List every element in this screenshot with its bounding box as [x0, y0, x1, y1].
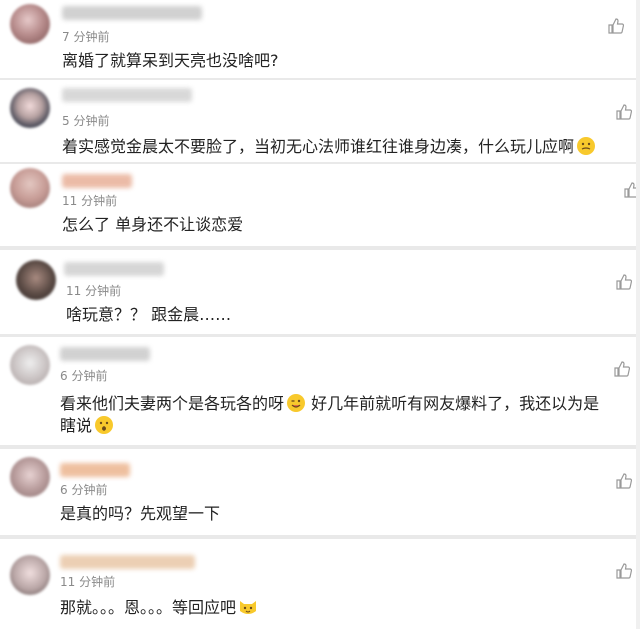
- username[interactable]: [60, 463, 130, 477]
- comment-card: 11 分钟前 那就。。。恩。。。等回应吧: [0, 539, 640, 629]
- thumbs-up-icon[interactable]: [608, 18, 624, 34]
- comment-time: 6 分钟前: [60, 369, 108, 383]
- comment-card: 11 分钟前 怎么了 单身还不让谈恋爱: [0, 164, 640, 246]
- avatar[interactable]: [10, 345, 50, 385]
- comment-time: 6 分钟前: [60, 483, 108, 497]
- username[interactable]: [60, 347, 150, 361]
- comment-card: 7 分钟前 离婚了就算呆到天亮也没啥吧?: [0, 0, 640, 78]
- username[interactable]: [60, 555, 195, 569]
- username[interactable]: [64, 262, 164, 276]
- thumbs-up-icon[interactable]: [614, 361, 630, 377]
- avatar[interactable]: [10, 168, 50, 208]
- comment-text-content-3: 瞎说: [60, 416, 93, 435]
- comment-text-content: 那就。。。恩。。。等回应吧: [60, 598, 237, 617]
- comment-card: 6 分钟前 是真的吗？先观望一下: [0, 449, 640, 535]
- username[interactable]: [62, 6, 202, 20]
- username[interactable]: [62, 88, 192, 102]
- comment-text: 啥玩意？？ 跟金晨……: [66, 305, 232, 324]
- comment-time: 11 分钟前: [60, 575, 116, 589]
- comment-card: 6 分钟前 看来他们夫妻两个是各玩各的呀 好几年前就听有网友爆料了，我还以为是 …: [0, 337, 640, 445]
- comment-time: 11 分钟前: [66, 284, 122, 298]
- comment-time: 7 分钟前: [62, 30, 110, 44]
- comment-time: 5 分钟前: [62, 114, 110, 128]
- comment-card: 5 分钟前 着实感觉金晨太不要脸了，当初无心法师谁红往谁身边凑，什么玩儿应啊: [0, 80, 640, 162]
- comment-text: 是真的吗？先观望一下: [60, 504, 221, 523]
- comment-text: 离婚了就算呆到天亮也没啥吧?: [62, 51, 279, 70]
- cat-face-emoji: [240, 601, 257, 614]
- thumbs-up-icon[interactable]: [616, 104, 632, 120]
- winking-face-emoji: [287, 394, 306, 412]
- comment-text-content-2: 好几年前就听有网友爆料了，我还以为是: [311, 394, 600, 413]
- comment-text: 那就。。。恩。。。等回应吧: [60, 597, 258, 619]
- comment-text-line-2: 瞎说: [60, 415, 114, 437]
- scrollbar[interactable]: [636, 0, 640, 629]
- avatar[interactable]: [10, 88, 50, 128]
- avatar[interactable]: [16, 260, 56, 300]
- comment-text: 看来他们夫妻两个是各玩各的呀 好几年前就听有网友爆料了，我还以为是: [60, 393, 599, 415]
- username[interactable]: [62, 174, 132, 188]
- avatar[interactable]: [10, 457, 50, 497]
- hushed-face-emoji: [95, 416, 114, 434]
- comment-text: 怎么了 单身还不让谈恋爱: [62, 215, 244, 234]
- thinking-face-emoji: [577, 137, 596, 155]
- avatar[interactable]: [10, 555, 50, 595]
- avatar[interactable]: [10, 4, 50, 44]
- comment-text-content: 看来他们夫妻两个是各玩各的呀: [60, 394, 285, 413]
- comment-time: 11 分钟前: [62, 194, 118, 208]
- thumbs-up-icon[interactable]: [616, 563, 632, 579]
- thumbs-up-icon[interactable]: [616, 274, 632, 290]
- comment-card: 11 分钟前 啥玩意？？ 跟金晨……: [0, 250, 640, 334]
- comment-text-content: 着实感觉金晨太不要脸了，当初无心法师谁红往谁身边凑，什么玩儿应啊: [62, 137, 575, 156]
- thumbs-up-icon[interactable]: [616, 473, 632, 489]
- comment-text: 着实感觉金晨太不要脸了，当初无心法师谁红往谁身边凑，什么玩儿应啊: [62, 136, 596, 158]
